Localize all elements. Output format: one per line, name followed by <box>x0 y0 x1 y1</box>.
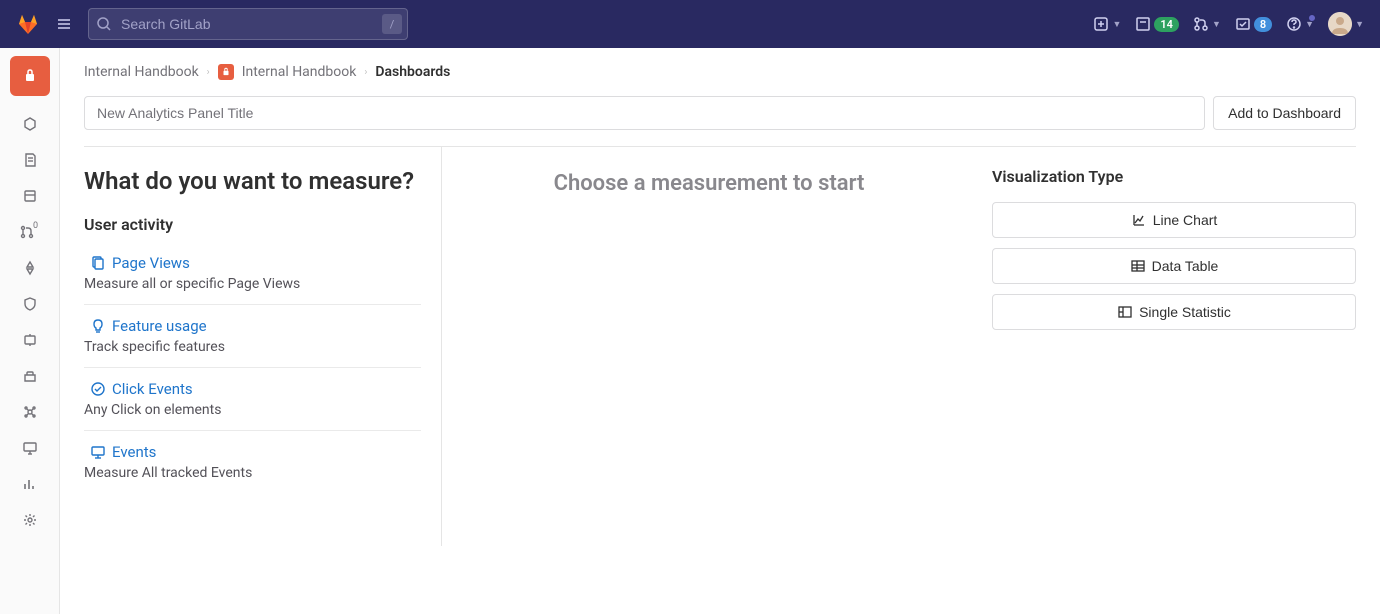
todos-count-badge: 8 <box>1254 17 1272 32</box>
events-icon <box>90 444 106 460</box>
metric-description: Measure All tracked Events <box>84 465 421 481</box>
sidebar-analytics[interactable] <box>14 468 46 500</box>
visualization-column: Visualization Type Line Chart Data Table… <box>976 147 1356 546</box>
panel-editor-body: What do you want to measure? User activi… <box>84 146 1356 546</box>
viz-option-label: Data Table <box>1152 258 1219 274</box>
sidebar-merge-requests[interactable]: 0 <box>14 216 46 248</box>
add-to-dashboard-button[interactable]: Add to Dashboard <box>1213 96 1356 130</box>
chevron-down-icon: ▼ <box>1112 19 1121 30</box>
viz-option-line-chart[interactable]: Line Chart <box>992 202 1356 238</box>
metric-title: Page Views <box>84 254 421 272</box>
sidebar-cicd[interactable] <box>14 252 46 284</box>
measure-column: What do you want to measure? User activi… <box>84 147 442 546</box>
navbar-right: ▼ 14 ▼ 8 ▼ ▼ <box>1093 12 1364 36</box>
visualization-heading: Visualization Type <box>992 167 1356 186</box>
metric-label: Page Views <box>112 254 190 272</box>
global-search: / <box>88 8 408 40</box>
merge-requests-link[interactable]: ▼ <box>1193 16 1221 32</box>
sidebar-monitor[interactable] <box>14 432 46 464</box>
lightbulb-icon <box>90 318 106 334</box>
help-notification-dot <box>1308 14 1316 22</box>
metric-title: Events <box>84 443 421 461</box>
metric-description: Any Click on elements <box>84 402 421 418</box>
hamburger-menu-icon[interactable] <box>52 12 76 36</box>
chevron-down-icon: ▼ <box>1212 19 1221 30</box>
metric-description: Track specific features <box>84 339 421 355</box>
line-chart-icon <box>1131 212 1147 228</box>
viz-option-label: Line Chart <box>1153 212 1218 228</box>
breadcrumb-separator: › <box>207 67 210 78</box>
sidebar-settings[interactable] <box>14 504 46 536</box>
breadcrumbs: Internal Handbook › Internal Handbook › … <box>84 64 1356 80</box>
project-sidebar: 0 <box>0 48 60 614</box>
sidebar-mr-count: 0 <box>33 221 38 231</box>
data-table-icon <box>1130 258 1146 274</box>
metric-feature-usage[interactable]: Feature usage Track specific features <box>84 305 421 368</box>
sidebar-packages[interactable] <box>14 360 46 392</box>
sidebar-project-info[interactable] <box>14 108 46 140</box>
metric-page-views[interactable]: Page Views Measure all or specific Page … <box>84 250 421 305</box>
sidebar-deployments[interactable] <box>14 324 46 356</box>
project-icon <box>218 64 234 80</box>
metric-title: Click Events <box>84 380 421 398</box>
main-content: Internal Handbook › Internal Handbook › … <box>60 48 1380 614</box>
single-stat-icon <box>1117 304 1133 320</box>
viz-option-data-table[interactable]: Data Table <box>992 248 1356 284</box>
measure-heading: What do you want to measure? <box>84 167 421 195</box>
sidebar-security[interactable] <box>14 288 46 320</box>
metric-label: Click Events <box>112 380 193 398</box>
click-icon <box>90 381 106 397</box>
metric-title: Feature usage <box>84 317 421 335</box>
breadcrumb-root[interactable]: Internal Handbook <box>84 64 199 80</box>
chevron-down-icon: ▼ <box>1355 19 1364 30</box>
metric-description: Measure all or specific Page Views <box>84 276 421 292</box>
issues-count-badge: 14 <box>1154 17 1179 32</box>
issues-link[interactable]: 14 <box>1135 16 1179 32</box>
viz-option-single-statistic[interactable]: Single Statistic <box>992 294 1356 330</box>
breadcrumb-separator: › <box>364 67 367 78</box>
sidebar-issues[interactable] <box>14 180 46 212</box>
breadcrumb-current: Dashboards <box>375 64 450 80</box>
metric-label: Feature usage <box>112 317 207 335</box>
user-avatar <box>1328 12 1352 36</box>
sidebar-repository[interactable] <box>14 144 46 176</box>
search-shortcut-badge: / <box>382 14 402 34</box>
metric-events[interactable]: Events Measure All tracked Events <box>84 431 421 493</box>
sidebar-infrastructure[interactable] <box>14 396 46 428</box>
user-menu[interactable]: ▼ <box>1328 12 1364 36</box>
preview-column: Choose a measurement to start <box>442 147 976 546</box>
project-avatar[interactable] <box>10 56 50 96</box>
gitlab-logo-icon[interactable] <box>16 12 40 36</box>
search-input[interactable] <box>88 8 408 40</box>
top-navbar: / ▼ 14 ▼ 8 ▼ ▼ <box>0 0 1380 48</box>
viz-option-label: Single Statistic <box>1139 304 1231 320</box>
metric-label: Events <box>112 443 156 461</box>
panel-title-row: Add to Dashboard <box>84 96 1356 130</box>
todos-link[interactable]: 8 <box>1235 16 1272 32</box>
panel-title-input[interactable] <box>84 96 1205 130</box>
empty-state-message: Choose a measurement to start <box>554 171 865 196</box>
create-new-button[interactable]: ▼ <box>1093 16 1121 32</box>
page-views-icon <box>90 255 106 271</box>
breadcrumb-project[interactable]: Internal Handbook <box>242 64 357 80</box>
search-icon <box>96 16 112 32</box>
measure-group-label: User activity <box>84 215 421 234</box>
help-link[interactable]: ▼ <box>1286 16 1314 32</box>
metric-click-events[interactable]: Click Events Any Click on elements <box>84 368 421 431</box>
